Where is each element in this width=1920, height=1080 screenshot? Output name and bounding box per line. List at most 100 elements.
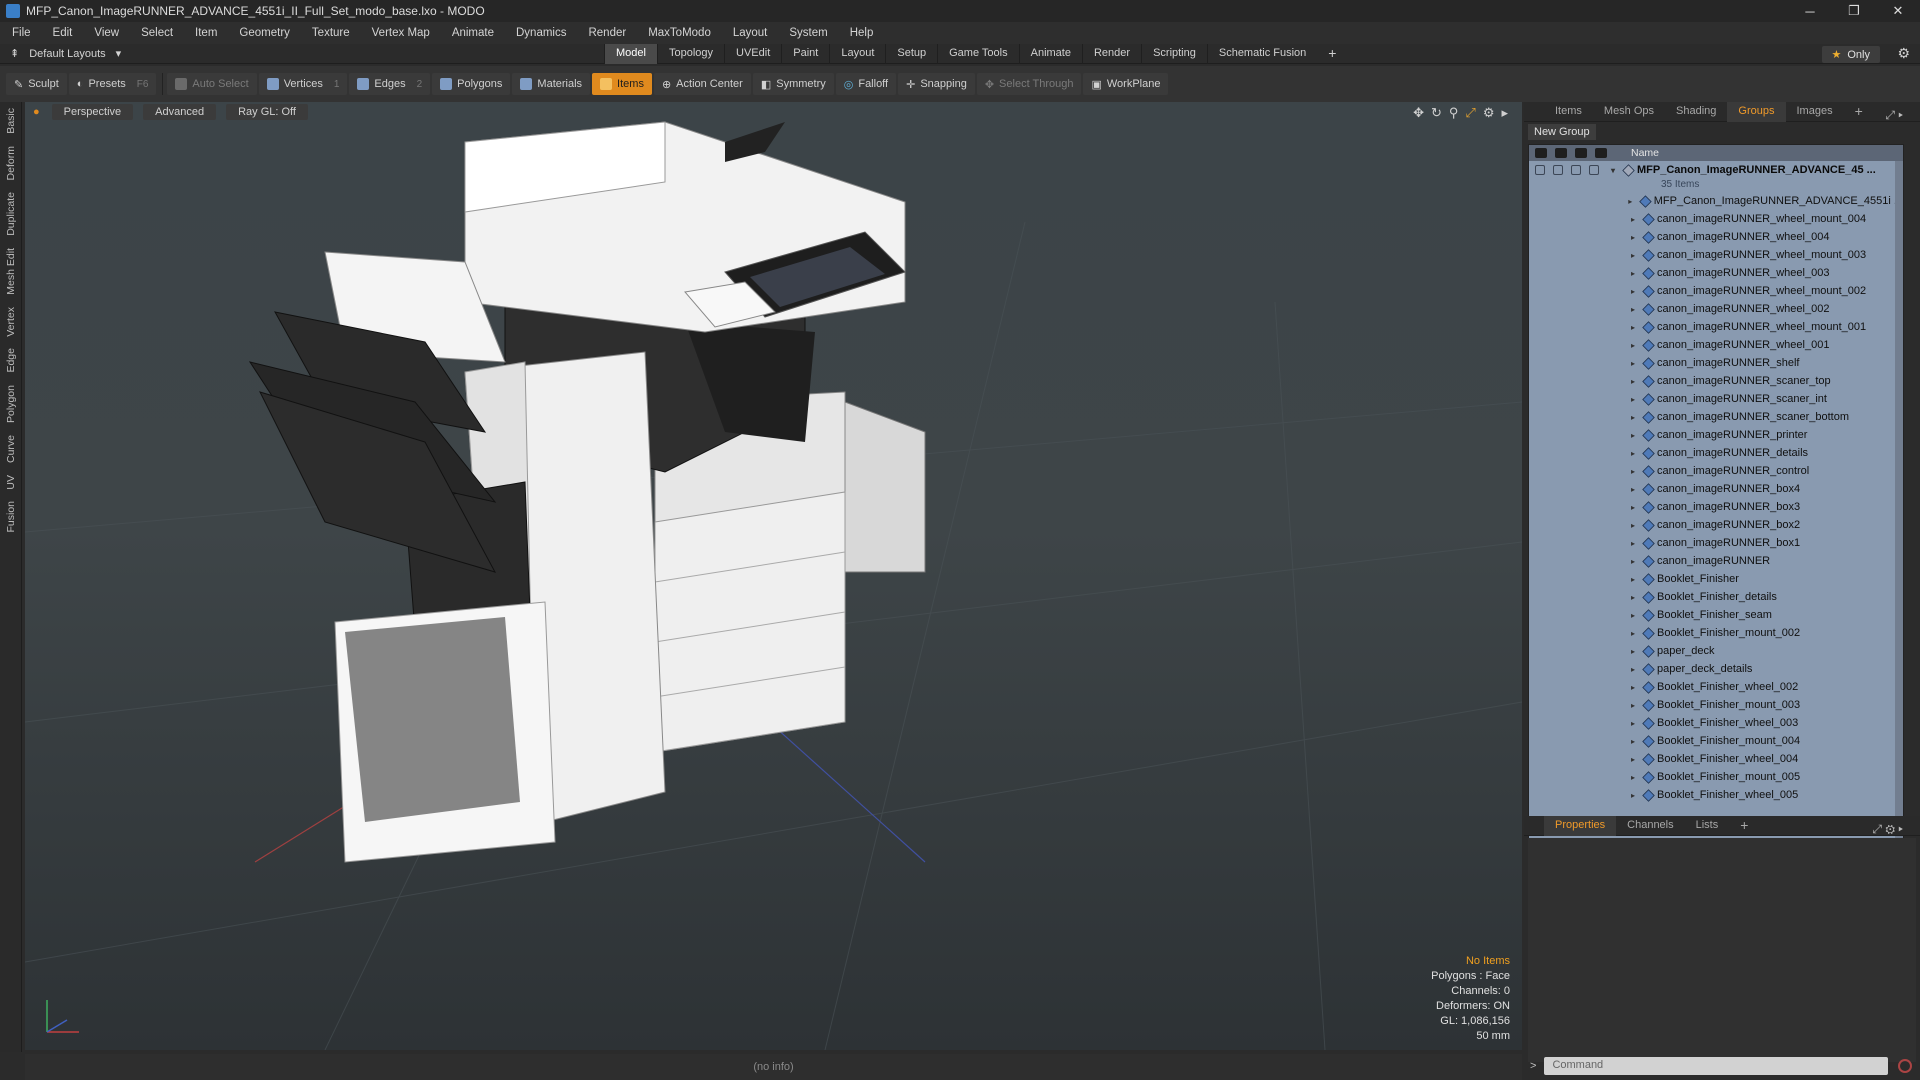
tree-item-row[interactable]: ▸ canon_imageRUNNER [1529, 552, 1903, 570]
collapse-arrow-icon[interactable]: ▾ [1611, 166, 1621, 175]
left-tab-basic[interactable]: Basic [5, 102, 17, 140]
tab-images[interactable]: Images [1786, 102, 1844, 122]
tab-lists[interactable]: Lists [1685, 816, 1730, 836]
tree-item-row[interactable]: ▸ Booklet_Finisher_mount_005 [1529, 768, 1903, 786]
expand-arrow-icon[interactable]: ▸ [1631, 701, 1641, 710]
layout-selector[interactable]: ⇞ Default Layouts ▾ [10, 47, 121, 61]
left-tab-uv[interactable]: UV [5, 469, 17, 496]
viewport-pin-icon[interactable]: ● [31, 106, 42, 118]
menu-maxtomodo[interactable]: MaxToModo [648, 27, 711, 39]
menu-help[interactable]: Help [850, 27, 874, 39]
edges-button[interactable]: Edges 2 [349, 73, 431, 95]
tree-item-row[interactable]: ▸ Booklet_Finisher_seam [1529, 606, 1903, 624]
expand-arrow-icon[interactable]: ▸ [1631, 773, 1641, 782]
close-button[interactable]: ✕ [1876, 0, 1920, 22]
tree-item-row[interactable]: ▸ Booklet_Finisher [1529, 570, 1903, 588]
menu-animate[interactable]: Animate [452, 27, 494, 39]
expand-arrow-icon[interactable]: ▸ [1631, 395, 1641, 404]
tree-item-row[interactable]: ▸ Booklet_Finisher_mount_004 [1529, 732, 1903, 750]
add-tab-icon[interactable]: + [1317, 44, 1347, 64]
raygl-toggle[interactable]: Ray GL: Off [226, 104, 308, 120]
vertices-button[interactable]: Vertices 1 [258, 73, 348, 95]
tree-item-row[interactable]: ▸ canon_imageRUNNER_scaner_top [1529, 372, 1903, 390]
only-button[interactable]: ★ Only [1821, 46, 1880, 63]
tree-item-row[interactable]: ▸ paper_deck [1529, 642, 1903, 660]
row-lock-icon[interactable] [1571, 165, 1581, 175]
tree-item-row[interactable]: ▸ MFP_Canon_ImageRUNNER_ADVANCE_4551i ... [1529, 192, 1903, 210]
menu-dynamics[interactable]: Dynamics [516, 27, 566, 39]
tab-uvedit[interactable]: UVEdit [724, 44, 781, 64]
lock-icon[interactable] [1575, 148, 1587, 158]
expand-arrow-icon[interactable]: ▸ [1628, 197, 1638, 206]
tree-item-row[interactable]: ▸ canon_imageRUNNER_scaner_bottom [1529, 408, 1903, 426]
shading-mode-dropdown[interactable]: Advanced [143, 104, 217, 120]
tab-items[interactable]: Items [1544, 102, 1593, 122]
expand-arrow-icon[interactable]: ▸ [1631, 269, 1641, 278]
tab-groups[interactable]: Groups [1727, 101, 1786, 122]
new-group-button[interactable]: New Group [1528, 124, 1596, 140]
tree-item-row[interactable]: ▸ canon_imageRUNNER_box3 [1529, 498, 1903, 516]
fit-icon[interactable]: ⤢ [1465, 105, 1475, 121]
left-tab-polygon[interactable]: Polygon [5, 379, 17, 429]
tab-layout[interactable]: Layout [829, 44, 885, 64]
tab-animate[interactable]: Animate [1018, 44, 1082, 64]
left-tab-deform[interactable]: Deform [5, 140, 17, 186]
materials-button[interactable]: Materials [512, 73, 591, 95]
tab-channels[interactable]: Channels [1616, 816, 1684, 836]
expand-arrow-icon[interactable]: ▸ [1631, 377, 1641, 386]
expand-arrow-icon[interactable]: ▸ [1631, 449, 1641, 458]
tree-item-row[interactable]: ▸ canon_imageRUNNER_scaner_int [1529, 390, 1903, 408]
expand-arrow-icon[interactable]: ▸ [1631, 791, 1641, 800]
tree-item-row[interactable]: ▸ canon_imageRUNNER_box1 [1529, 534, 1903, 552]
tree-item-row[interactable]: ▸ canon_imageRUNNER_control [1529, 462, 1903, 480]
tree-item-row[interactable]: ▸ canon_imageRUNNER_box2 [1529, 516, 1903, 534]
auto-select-button[interactable]: Auto Select [167, 73, 257, 95]
tree-item-row[interactable]: ▸ Booklet_Finisher_mount_003 [1529, 696, 1903, 714]
tab-model[interactable]: Model [604, 44, 657, 64]
add-properties-tab-icon[interactable]: + [1729, 816, 1759, 836]
tab-topology[interactable]: Topology [656, 44, 724, 64]
add-panel-tab-icon[interactable]: + [1844, 102, 1874, 122]
minimize-button[interactable]: ─ [1788, 0, 1832, 22]
tab-schematic-fusion[interactable]: Schematic Fusion [1206, 44, 1317, 64]
left-tab-vertex[interactable]: Vertex [5, 301, 17, 343]
tree-item-row[interactable]: ▸ canon_imageRUNNER_shelf [1529, 354, 1903, 372]
pan-icon[interactable]: ✥ [1413, 105, 1424, 121]
tree-item-row[interactable]: ▸ Booklet_Finisher_wheel_005 [1529, 786, 1903, 804]
tab-scripting[interactable]: Scripting [1141, 44, 1207, 64]
rotate-icon[interactable]: ↻ [1431, 105, 1442, 121]
left-tab-duplicate[interactable]: Duplicate [5, 186, 17, 242]
menu-layout[interactable]: Layout [733, 27, 768, 39]
expand-arrow-icon[interactable]: ▸ [1631, 593, 1641, 602]
tree-scrollbar[interactable] [1895, 161, 1903, 911]
expand-arrow-icon[interactable]: ▸ [1631, 719, 1641, 728]
expand-arrow-icon[interactable]: ▸ [1631, 683, 1641, 692]
render-icon[interactable] [1555, 148, 1567, 158]
expand-arrow-icon[interactable]: ▸ [1631, 341, 1641, 350]
expand-arrow-icon[interactable]: ▸ [1631, 737, 1641, 746]
group-root-row[interactable]: ▾ MFP_Canon_ImageRUNNER_ADVANCE_45 ... [1529, 161, 1903, 179]
tree-item-row[interactable]: ▸ canon_imageRUNNER_wheel_mount_004 [1529, 210, 1903, 228]
record-icon[interactable] [1898, 1059, 1913, 1073]
expand-arrow-icon[interactable]: ▸ [1631, 647, 1641, 656]
select-through-button[interactable]: ✥ Select Through [976, 73, 1082, 95]
left-tab-curve[interactable]: Curve [5, 429, 17, 469]
row-eye-icon[interactable] [1535, 165, 1545, 175]
3d-viewport[interactable]: ● Perspective Advanced Ray GL: Off ✥ ↻ ⚲… [25, 102, 1522, 1050]
expand-arrow-icon[interactable]: ▸ [1631, 665, 1641, 674]
action-center-button[interactable]: ⊕ Action Center [653, 73, 751, 95]
tree-item-row[interactable]: ▸ Booklet_Finisher_details [1529, 588, 1903, 606]
expand-arrow-icon[interactable]: ▸ [1631, 611, 1641, 620]
tab-setup[interactable]: Setup [885, 44, 937, 64]
presets-button[interactable]: ◐ Presets F6 [68, 73, 157, 95]
command-input[interactable]: Command [1544, 1057, 1889, 1075]
tab-properties[interactable]: Properties [1544, 815, 1617, 836]
left-tab-fusion[interactable]: Fusion [5, 495, 17, 539]
expand-arrow-icon[interactable]: ▸ [1631, 539, 1641, 548]
tree-item-row[interactable]: ▸ paper_deck_details [1529, 660, 1903, 678]
tree-item-row[interactable]: ▸ canon_imageRUNNER_wheel_mount_001 [1529, 318, 1903, 336]
menu-view[interactable]: View [94, 27, 119, 39]
tab-paint[interactable]: Paint [781, 44, 829, 64]
expand-arrow-icon[interactable]: ▸ [1631, 431, 1641, 440]
tree-item-row[interactable]: ▸ canon_imageRUNNER_printer [1529, 426, 1903, 444]
